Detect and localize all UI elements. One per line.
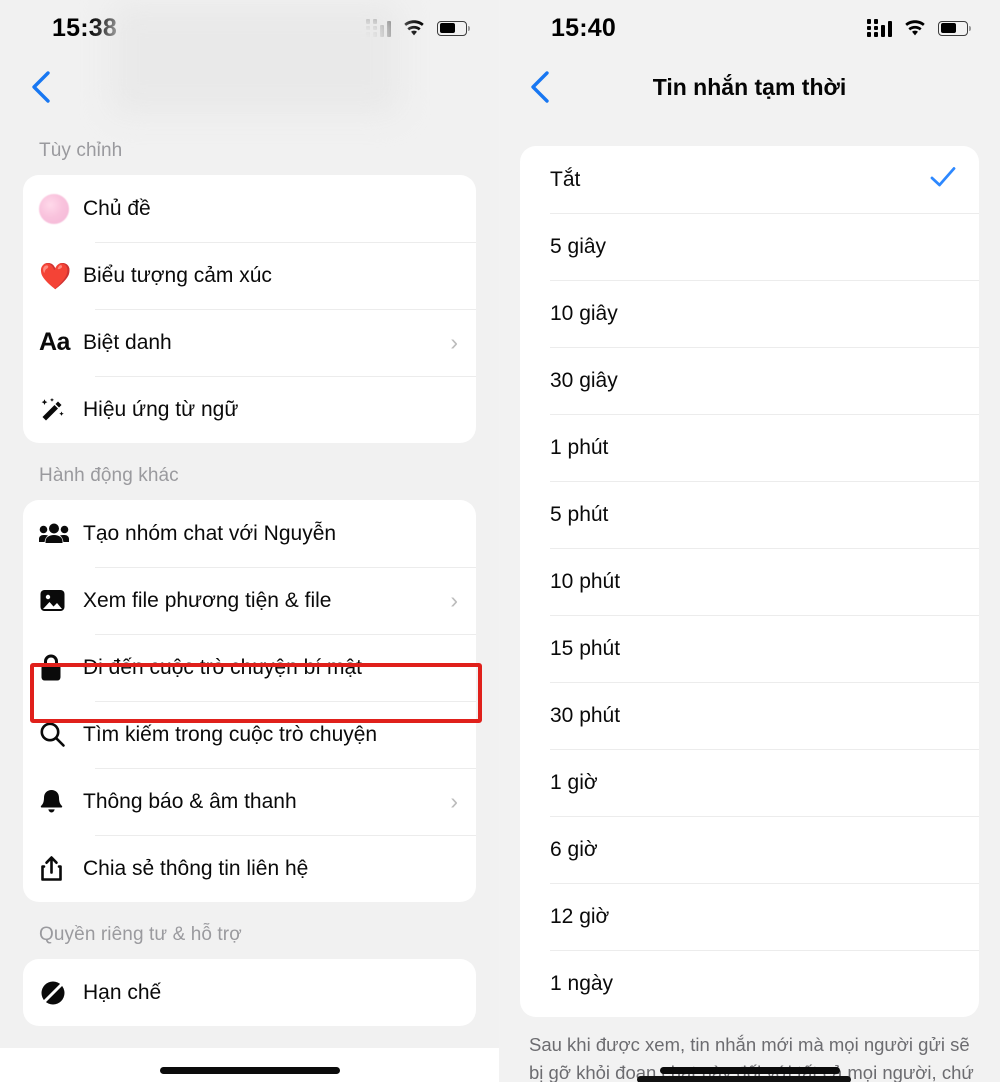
option-row-10s[interactable]: 10 giây bbox=[520, 280, 979, 347]
back-button[interactable] bbox=[519, 66, 561, 108]
menu-item-label: Tạo nhóm chat với Nguyễn bbox=[83, 521, 337, 545]
dual-screenshot-container: 15:38 Tùy chỉnh Chủ đề ❤️ Biểu tượng cảm… bbox=[0, 0, 1000, 1082]
left-home-area bbox=[0, 1048, 499, 1082]
menu-item-create-group-chat[interactable]: Tạo nhóm chat với Nguyễn bbox=[23, 500, 476, 567]
left-status-bar: 15:38 bbox=[0, 0, 499, 56]
privacy-support-card: Hạn chế bbox=[23, 959, 476, 1026]
chevron-left-icon bbox=[531, 71, 549, 103]
aa-text-icon: Aa bbox=[39, 328, 70, 356]
home-indicator[interactable] bbox=[159, 1067, 340, 1074]
option-row-off[interactable]: Tắt bbox=[520, 146, 979, 213]
menu-item-label: Hạn chế bbox=[83, 980, 162, 1004]
option-row-5s[interactable]: 5 giây bbox=[520, 213, 979, 280]
option-row-1m[interactable]: 1 phút bbox=[520, 414, 979, 481]
left-nav-bar bbox=[0, 56, 499, 118]
option-row-30s[interactable]: 30 giây bbox=[520, 347, 979, 414]
menu-item-label: Biểu tượng cảm xúc bbox=[83, 263, 272, 287]
signal-bars-icon bbox=[365, 19, 391, 37]
checkmark-icon bbox=[930, 166, 956, 193]
search-icon bbox=[39, 721, 83, 748]
option-label: 10 giây bbox=[550, 301, 618, 325]
option-label: 5 phút bbox=[550, 502, 609, 526]
option-label: 12 giờ bbox=[550, 904, 610, 928]
menu-item-share-contact[interactable]: Chia sẻ thông tin liên hệ bbox=[23, 835, 476, 902]
battery-icon bbox=[938, 20, 971, 36]
menu-item-emoji[interactable]: ❤️ Biểu tượng cảm xúc bbox=[23, 242, 476, 309]
page-title: Tin nhắn tạm thời bbox=[652, 73, 847, 100]
option-row-15m[interactable]: 15 phút bbox=[520, 615, 979, 682]
section-label-privacy-support: Quyền riêng tư & hỗ trợ bbox=[39, 924, 242, 945]
magic-wand-icon bbox=[39, 396, 83, 424]
option-label: 30 phút bbox=[550, 703, 621, 727]
menu-item-notifications-sounds[interactable]: Thông báo & âm thanh › bbox=[23, 768, 476, 835]
menu-item-label: Biệt danh bbox=[83, 330, 172, 354]
status-time: 15:40 bbox=[551, 13, 616, 42]
home-indicator[interactable] bbox=[659, 1067, 840, 1074]
theme-circle-icon bbox=[39, 193, 83, 224]
menu-item-label: Đi đến cuộc trò chuyện bí mật bbox=[83, 655, 362, 679]
option-label: Tắt bbox=[550, 167, 581, 191]
people-group-icon bbox=[39, 522, 83, 546]
chevron-right-icon: › bbox=[450, 329, 458, 355]
customization-card: Chủ đề ❤️ Biểu tượng cảm xúc Aa Biệt dan… bbox=[23, 175, 476, 443]
menu-item-label: Tìm kiếm trong cuộc trò chuyện bbox=[83, 722, 378, 746]
wifi-icon bbox=[404, 19, 424, 35]
right-home-area bbox=[499, 1062, 1000, 1082]
option-row-10m[interactable]: 10 phút bbox=[520, 548, 979, 615]
left-content: Tùy chỉnh Chủ đề ❤️ Biểu tượng cảm xúc A… bbox=[0, 118, 499, 1026]
share-icon bbox=[39, 855, 83, 883]
battery-icon bbox=[437, 20, 470, 36]
left-phone-screen: 15:38 Tùy chỉnh Chủ đề ❤️ Biểu tượng cảm… bbox=[0, 0, 499, 1082]
option-row-30m[interactable]: 30 phút bbox=[520, 682, 979, 749]
option-row-12h[interactable]: 12 giờ bbox=[520, 883, 979, 950]
status-indicators bbox=[365, 19, 470, 37]
other-actions-card: Tạo nhóm chat với Nguyễn Xem file phương… bbox=[23, 500, 476, 902]
status-indicators bbox=[866, 19, 971, 37]
disappearing-messages-options-card: Tắt 5 giây 10 giây 30 giây 1 phút 5 phút… bbox=[520, 146, 979, 1017]
menu-item-restrict[interactable]: Hạn chế bbox=[23, 959, 476, 1026]
option-row-1h[interactable]: 1 giờ bbox=[520, 749, 979, 816]
chevron-right-icon: › bbox=[450, 788, 458, 814]
bell-icon bbox=[39, 788, 83, 816]
option-label: 15 phút bbox=[550, 636, 621, 660]
option-row-6h[interactable]: 6 giờ bbox=[520, 816, 979, 883]
option-label: 1 ngày bbox=[550, 971, 614, 995]
menu-item-label: Hiệu ứng từ ngữ bbox=[83, 397, 239, 421]
status-time: 15:38 bbox=[52, 13, 117, 42]
option-row-1d[interactable]: 1 ngày bbox=[520, 950, 979, 1017]
menu-item-search-conversation[interactable]: Tìm kiếm trong cuộc trò chuyện bbox=[23, 701, 476, 768]
menu-item-word-effects[interactable]: Hiệu ứng từ ngữ bbox=[23, 376, 476, 443]
menu-item-view-media[interactable]: Xem file phương tiện & file › bbox=[23, 567, 476, 634]
menu-item-label: Xem file phương tiện & file bbox=[83, 588, 332, 612]
option-label: 5 giây bbox=[550, 234, 607, 258]
right-phone-screen: 15:40 Tin nhắn tạm thời Tắt 5 giây 10 gi… bbox=[499, 0, 1000, 1082]
right-status-bar: 15:40 bbox=[499, 0, 1000, 56]
signal-bars-icon bbox=[866, 19, 892, 37]
option-label: 1 giờ bbox=[550, 770, 598, 794]
menu-item-nickname[interactable]: Aa Biệt danh › bbox=[23, 309, 476, 376]
chevron-right-icon: › bbox=[450, 587, 458, 613]
photo-icon bbox=[39, 587, 83, 614]
wifi-icon bbox=[905, 19, 925, 35]
option-label: 6 giờ bbox=[550, 837, 598, 861]
menu-item-label: Thông báo & âm thanh bbox=[83, 789, 297, 813]
option-row-5m[interactable]: 5 phút bbox=[520, 481, 979, 548]
right-nav-bar: Tin nhắn tạm thời bbox=[499, 56, 1000, 118]
option-label: 30 giây bbox=[550, 368, 618, 392]
menu-item-label: Chủ đề bbox=[83, 196, 151, 220]
menu-item-secret-conversation[interactable]: Đi đến cuộc trò chuyện bí mật bbox=[23, 634, 476, 701]
back-button[interactable] bbox=[20, 66, 62, 108]
chevron-left-icon bbox=[32, 71, 50, 103]
menu-item-theme[interactable]: Chủ đề bbox=[23, 175, 476, 242]
heart-emoji-icon: ❤️ bbox=[39, 260, 72, 291]
lock-icon bbox=[39, 653, 83, 682]
section-label-other-actions: Hành động khác bbox=[39, 465, 179, 486]
section-label-customization: Tùy chỉnh bbox=[39, 140, 123, 161]
option-label: 10 phút bbox=[550, 569, 621, 593]
option-label: 1 phút bbox=[550, 435, 609, 459]
restrict-slash-icon bbox=[39, 979, 83, 1007]
menu-item-label: Chia sẻ thông tin liên hệ bbox=[83, 856, 309, 880]
